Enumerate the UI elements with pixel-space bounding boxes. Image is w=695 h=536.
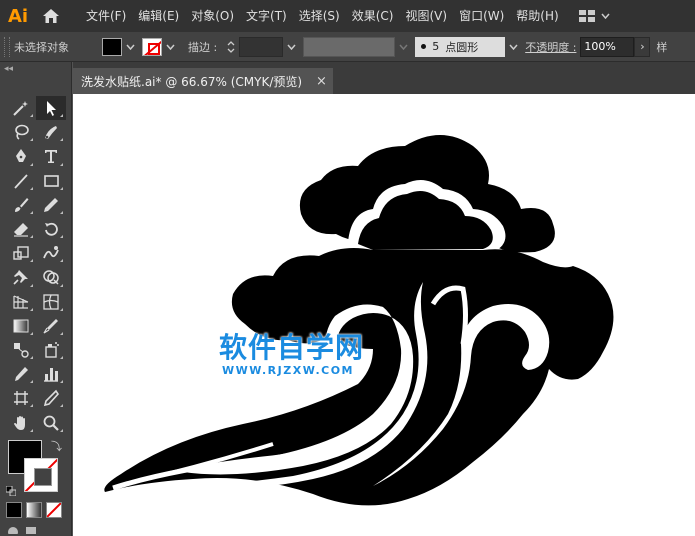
watermark: 软件自学网 WWW.RJZXW.COM: [219, 331, 365, 378]
fill-dropdown-icon[interactable]: [122, 36, 138, 58]
draw-normal-icon[interactable]: [6, 524, 20, 534]
menu-select[interactable]: 选择(S): [293, 0, 346, 32]
menu-object[interactable]: 对象(O): [185, 0, 240, 32]
puppet-pin-icon[interactable]: [6, 265, 36, 289]
grid-layout-icon: [578, 10, 595, 22]
graph-icon[interactable]: [36, 362, 66, 386]
hand-icon[interactable]: [6, 410, 36, 434]
default-colors-icon[interactable]: [6, 486, 16, 496]
type-icon[interactable]: [36, 144, 66, 168]
document-tab-bar: 洗发水贴纸.ai* @ 66.67% (CMYK/预览) ×: [73, 62, 695, 94]
home-icon[interactable]: [36, 0, 66, 32]
menu-help[interactable]: 帮助(H): [510, 0, 564, 32]
gradient-icon[interactable]: [6, 314, 36, 338]
rectangle-icon[interactable]: [36, 169, 66, 193]
scale-icon[interactable]: [6, 241, 36, 265]
paintbrush-icon[interactable]: [6, 193, 36, 217]
brush-dropdown-icon[interactable]: [505, 36, 521, 58]
chevron-down-icon: [601, 13, 610, 19]
direct-selection-icon[interactable]: [36, 120, 66, 144]
pen-icon[interactable]: [6, 144, 36, 168]
panel-grip[interactable]: [4, 36, 10, 57]
menu-file[interactable]: 文件(F): [80, 0, 132, 32]
menu-view[interactable]: 视图(V): [399, 0, 453, 32]
menu-bar: Ai 文件(F) 编辑(E) 对象(O) 文字(T) 选择(S) 效果(C) 视…: [0, 0, 695, 32]
watermark-title: 软件自学网: [219, 331, 365, 364]
stroke-swatch[interactable]: [24, 458, 58, 492]
magic-wand-icon[interactable]: [6, 96, 36, 120]
stroke-weight-stepper[interactable]: [223, 36, 239, 58]
zoom-icon[interactable]: [36, 410, 66, 434]
opacity-arrow-button[interactable]: ›: [634, 36, 651, 57]
color-mode-buttons: [6, 502, 62, 518]
selection-status: 未选择对象: [14, 40, 69, 54]
style-label[interactable]: 样: [656, 39, 667, 55]
artboard-icon[interactable]: [6, 386, 36, 410]
stroke-label: 描边 :: [188, 40, 218, 54]
app-logo: Ai: [7, 5, 29, 27]
menu-type[interactable]: 文字(T): [240, 0, 293, 32]
tools-panel: ◂◂ ⤵: [0, 62, 72, 536]
stroke-weight-dropdown-icon[interactable]: [283, 36, 299, 58]
cloud-artwork[interactable]: [73, 94, 695, 536]
stroke-dropdown-icon[interactable]: [162, 36, 178, 58]
none-mode-icon[interactable]: [46, 502, 62, 518]
gradient-mode-icon[interactable]: [26, 502, 42, 518]
blend-icon[interactable]: [6, 338, 36, 362]
symbol-sprayer-icon[interactable]: [36, 338, 66, 362]
watermark-url: WWW.RJZXW.COM: [222, 364, 354, 377]
menu-edit[interactable]: 编辑(E): [132, 0, 185, 32]
control-bar: 未选择对象 描边 : 5 点圆形 不透明度 : 100% › 样: [0, 32, 695, 62]
rotate-icon[interactable]: [36, 217, 66, 241]
brush-size: 5: [432, 40, 440, 53]
eyedropper-icon[interactable]: [36, 314, 66, 338]
pencil-icon[interactable]: [36, 193, 66, 217]
profile-dropdown-icon[interactable]: [395, 36, 411, 58]
menu-effect[interactable]: 效果(C): [346, 0, 400, 32]
warp-icon[interactable]: [36, 241, 66, 265]
workspace-switcher[interactable]: [573, 0, 616, 32]
color-mode-icon[interactable]: [6, 502, 22, 518]
eyedropper-alt-icon[interactable]: [6, 362, 36, 386]
artboard-canvas[interactable]: 软件自学网 WWW.RJZXW.COM: [73, 94, 695, 536]
brush-definition-field[interactable]: 5 点圆形: [415, 36, 506, 57]
stroke-color-swatch[interactable]: [142, 37, 162, 56]
document-title: 洗发水贴纸.ai* @ 66.67% (CMYK/预览): [81, 74, 303, 89]
swap-fill-stroke-icon[interactable]: ⤵: [51, 438, 62, 454]
lasso-icon[interactable]: [6, 120, 36, 144]
brush-name: 点圆形: [445, 40, 479, 54]
selection-arrow-icon[interactable]: [36, 96, 66, 121]
variable-width-profile[interactable]: [303, 36, 396, 57]
fill-stroke-swatches: ⤵: [6, 438, 66, 496]
mesh-icon[interactable]: [36, 290, 66, 314]
stroke-weight-field[interactable]: [239, 36, 284, 57]
line-icon[interactable]: [6, 169, 36, 193]
opacity-input[interactable]: 100%: [580, 36, 635, 57]
perspective-grid-icon[interactable]: [6, 290, 36, 314]
menu-window[interactable]: 窗口(W): [453, 0, 510, 32]
collapse-panel-button[interactable]: ◂◂: [0, 62, 71, 76]
opacity-label[interactable]: 不透明度 :: [525, 39, 576, 55]
close-icon[interactable]: ×: [316, 74, 327, 89]
fill-color-swatch[interactable]: [102, 37, 122, 56]
eraser-icon[interactable]: [6, 217, 36, 241]
drawing-mode-buttons: [6, 524, 38, 534]
slice-icon[interactable]: [36, 386, 66, 410]
screen-mode-icon[interactable]: [24, 524, 38, 534]
brush-dot-icon: [421, 44, 427, 49]
document-tab[interactable]: 洗发水贴纸.ai* @ 66.67% (CMYK/预览) ×: [73, 68, 333, 94]
shape-builder-icon[interactable]: [36, 265, 66, 289]
